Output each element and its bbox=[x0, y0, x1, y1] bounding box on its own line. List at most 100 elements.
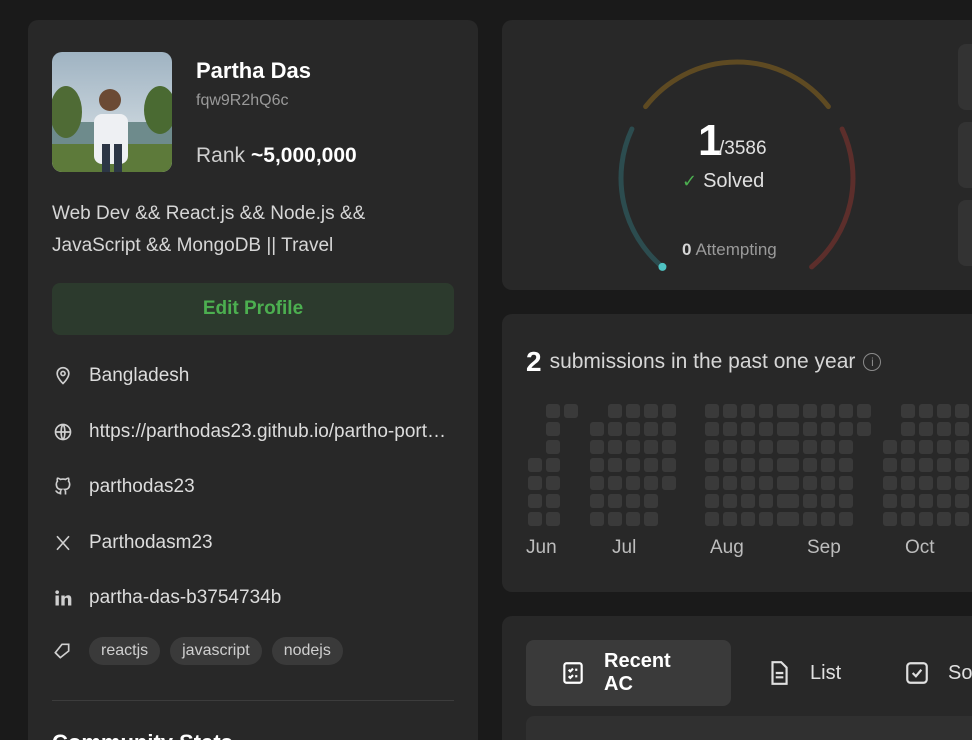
heatmap-day-cell[interactable] bbox=[937, 404, 951, 418]
heatmap-day-cell[interactable] bbox=[901, 458, 915, 472]
heatmap-day-cell[interactable] bbox=[644, 494, 658, 508]
heatmap-day-cell[interactable] bbox=[608, 476, 622, 490]
heatmap-day-cell[interactable] bbox=[839, 494, 853, 508]
website-link[interactable]: https://parthodas23.github.io/partho-por… bbox=[89, 421, 449, 443]
heatmap-day-cell[interactable] bbox=[662, 476, 676, 490]
heatmap-day-cell[interactable] bbox=[803, 404, 817, 418]
heatmap-day-cell[interactable] bbox=[901, 512, 915, 526]
heatmap-day-cell[interactable] bbox=[662, 458, 676, 472]
skill-tag[interactable]: nodejs bbox=[271, 637, 343, 665]
heatmap-day-cell[interactable] bbox=[759, 404, 773, 418]
heatmap-day-cell[interactable] bbox=[626, 440, 640, 454]
heatmap-day-cell[interactable] bbox=[821, 494, 835, 508]
heatmap-day-cell[interactable] bbox=[937, 440, 951, 454]
heatmap-day-cell[interactable] bbox=[937, 494, 951, 508]
heatmap-day-cell[interactable] bbox=[705, 512, 719, 526]
heatmap-day-cell[interactable] bbox=[662, 404, 676, 418]
heatmap-day-cell[interactable] bbox=[608, 494, 622, 508]
heatmap-day-cell[interactable] bbox=[919, 404, 933, 418]
heatmap-day-cell[interactable] bbox=[901, 404, 915, 418]
heatmap-day-cell[interactable] bbox=[901, 476, 915, 490]
heatmap-day-cell[interactable] bbox=[528, 494, 542, 508]
heatmap-day-cell[interactable] bbox=[590, 458, 604, 472]
heatmap-day-cell[interactable] bbox=[839, 476, 853, 490]
heatmap-day-cell[interactable] bbox=[705, 404, 719, 418]
heatmap-day-cell[interactable] bbox=[955, 404, 969, 418]
heatmap-day-cell[interactable] bbox=[741, 404, 755, 418]
heatmap-day-cell[interactable] bbox=[546, 476, 560, 490]
heatmap-day-cell[interactable] bbox=[546, 404, 560, 418]
heatmap-day-cell[interactable] bbox=[626, 404, 640, 418]
heatmap-day-cell[interactable] bbox=[785, 494, 799, 508]
heatmap-day-cell[interactable] bbox=[644, 440, 658, 454]
heatmap-day-cell[interactable] bbox=[723, 458, 737, 472]
heatmap-day-cell[interactable] bbox=[919, 440, 933, 454]
heatmap-day-cell[interactable] bbox=[626, 422, 640, 436]
medium-stat-box[interactable] bbox=[958, 122, 972, 188]
heatmap-day-cell[interactable] bbox=[759, 494, 773, 508]
heatmap-day-cell[interactable] bbox=[839, 440, 853, 454]
heatmap-day-cell[interactable] bbox=[741, 440, 755, 454]
heatmap-day-cell[interactable] bbox=[528, 458, 542, 472]
heatmap-day-cell[interactable] bbox=[857, 422, 871, 436]
heatmap-day-cell[interactable] bbox=[741, 458, 755, 472]
heatmap-day-cell[interactable] bbox=[919, 458, 933, 472]
heatmap-day-cell[interactable] bbox=[919, 476, 933, 490]
heatmap-day-cell[interactable] bbox=[955, 494, 969, 508]
heatmap-day-cell[interactable] bbox=[723, 494, 737, 508]
heatmap-day-cell[interactable] bbox=[741, 512, 755, 526]
heatmap-day-cell[interactable] bbox=[955, 458, 969, 472]
heatmap-day-cell[interactable] bbox=[644, 422, 658, 436]
heatmap-day-cell[interactable] bbox=[546, 422, 560, 436]
heatmap-day-cell[interactable] bbox=[839, 422, 853, 436]
heatmap-day-cell[interactable] bbox=[785, 512, 799, 526]
heatmap-day-cell[interactable] bbox=[785, 440, 799, 454]
heatmap-day-cell[interactable] bbox=[919, 512, 933, 526]
heatmap-day-cell[interactable] bbox=[955, 476, 969, 490]
heatmap-day-cell[interactable] bbox=[626, 512, 640, 526]
heatmap-day-cell[interactable] bbox=[883, 440, 897, 454]
heatmap-day-cell[interactable] bbox=[608, 458, 622, 472]
heatmap-day-cell[interactable] bbox=[785, 476, 799, 490]
heatmap-day-cell[interactable] bbox=[759, 422, 773, 436]
heatmap-day-cell[interactable] bbox=[821, 440, 835, 454]
heatmap-day-cell[interactable] bbox=[955, 422, 969, 436]
heatmap-day-cell[interactable] bbox=[883, 494, 897, 508]
heatmap-day-cell[interactable] bbox=[723, 476, 737, 490]
heatmap-day-cell[interactable] bbox=[803, 494, 817, 508]
heatmap-day-cell[interactable] bbox=[705, 494, 719, 508]
heatmap-day-cell[interactable] bbox=[528, 512, 542, 526]
heatmap-day-cell[interactable] bbox=[662, 440, 676, 454]
heatmap-day-cell[interactable] bbox=[608, 512, 622, 526]
tab-recent-ac[interactable]: Recent AC bbox=[526, 640, 731, 706]
edit-profile-button[interactable]: Edit Profile bbox=[52, 283, 454, 335]
heatmap-day-cell[interactable] bbox=[919, 494, 933, 508]
skill-tag[interactable]: reactjs bbox=[89, 637, 161, 665]
heatmap-day-cell[interactable] bbox=[759, 458, 773, 472]
heatmap-day-cell[interactable] bbox=[546, 458, 560, 472]
linkedin-link[interactable]: partha-das-b3754734b bbox=[89, 587, 281, 609]
heatmap-day-cell[interactable] bbox=[839, 404, 853, 418]
heatmap-day-cell[interactable] bbox=[883, 458, 897, 472]
twitter-link[interactable]: Parthodasm23 bbox=[89, 532, 213, 554]
heatmap-day-cell[interactable] bbox=[821, 476, 835, 490]
heatmap-day-cell[interactable] bbox=[662, 422, 676, 436]
heatmap-day-cell[interactable] bbox=[803, 512, 817, 526]
heatmap-day-cell[interactable] bbox=[759, 440, 773, 454]
heatmap-day-cell[interactable] bbox=[759, 512, 773, 526]
heatmap-day-cell[interactable] bbox=[608, 422, 622, 436]
heatmap-day-cell[interactable] bbox=[546, 440, 560, 454]
heatmap-day-cell[interactable] bbox=[723, 440, 737, 454]
heatmap-day-cell[interactable] bbox=[741, 476, 755, 490]
heatmap-day-cell[interactable] bbox=[590, 476, 604, 490]
heatmap-day-cell[interactable] bbox=[919, 422, 933, 436]
heatmap-day-cell[interactable] bbox=[626, 476, 640, 490]
heatmap-day-cell[interactable] bbox=[705, 476, 719, 490]
heatmap-day-cell[interactable] bbox=[723, 512, 737, 526]
heatmap-day-cell[interactable] bbox=[803, 422, 817, 436]
skill-tag[interactable]: javascript bbox=[170, 637, 262, 665]
heatmap-day-cell[interactable] bbox=[785, 422, 799, 436]
heatmap-day-cell[interactable] bbox=[564, 404, 578, 418]
heatmap-day-cell[interactable] bbox=[901, 422, 915, 436]
heatmap-day-cell[interactable] bbox=[723, 404, 737, 418]
